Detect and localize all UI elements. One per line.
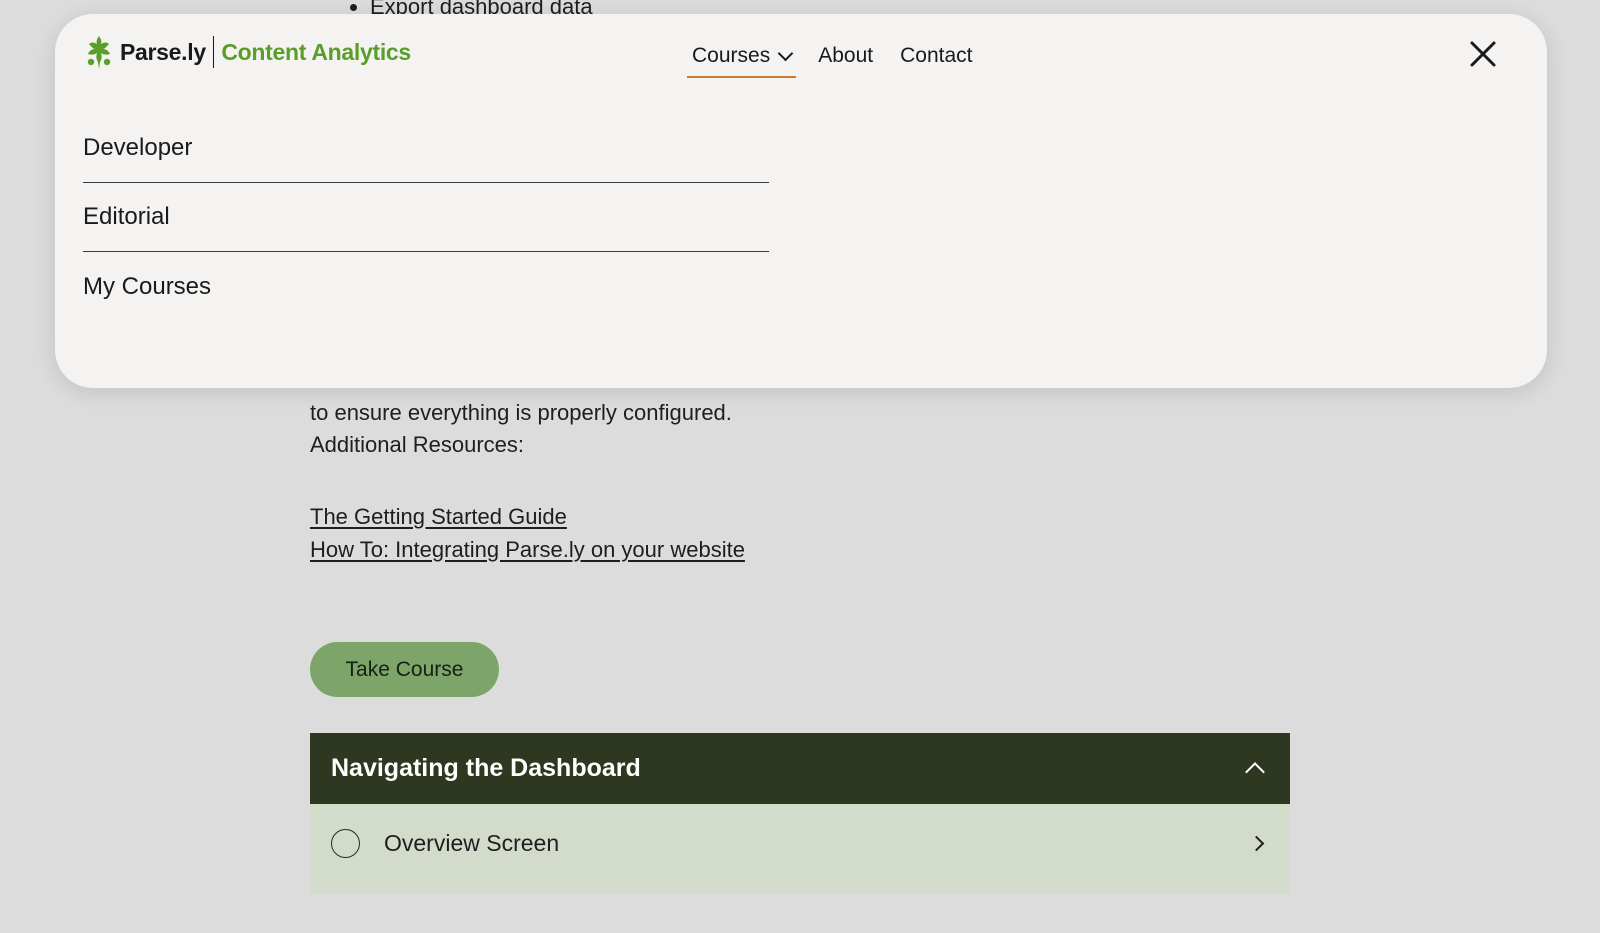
nav-about-label: About <box>818 44 874 67</box>
paragraph-text: to ensure everything is properly configu… <box>310 400 732 425</box>
nav-contact[interactable]: Contact <box>895 36 977 76</box>
nav-contact-label: Contact <box>900 44 973 67</box>
dropdown-item-my-courses[interactable]: My Courses <box>83 252 769 321</box>
close-menu-button[interactable] <box>1465 36 1501 72</box>
nav-courses[interactable]: Courses <box>687 36 797 78</box>
top-navigation: Courses About Contact <box>687 36 994 92</box>
dropdown-item-editorial[interactable]: Editorial <box>83 183 769 252</box>
brand-logo-link[interactable]: Parse.ly Content Analytics <box>83 34 411 70</box>
close-icon <box>1470 41 1496 67</box>
brand-divider <box>212 36 215 68</box>
course-accordion: Navigating the Dashboard Overview Screen <box>310 733 1290 933</box>
chevron-up-icon <box>1245 762 1265 782</box>
accordion-header[interactable]: Navigating the Dashboard <box>310 733 1290 804</box>
brand-product-name: Content Analytics <box>221 38 411 65</box>
take-course-button[interactable]: Take Course <box>310 642 499 697</box>
brand-name: Parse.ly <box>120 38 206 65</box>
lesson-label: Overview Screen <box>384 829 560 856</box>
navigation-menu-panel: Parse.ly Content Analytics Courses About… <box>55 14 1547 388</box>
link-getting-started-guide[interactable]: The Getting Started Guide <box>310 500 567 533</box>
resources-label: Additional Resources: <box>310 432 525 457</box>
nav-courses-label: Courses <box>692 44 771 67</box>
chevron-down-icon <box>777 45 794 61</box>
lesson-row[interactable]: Overview Screen <box>310 804 1290 894</box>
nav-about[interactable]: About <box>813 36 878 76</box>
dropdown-item-developer[interactable]: Developer <box>83 114 769 183</box>
parsely-leaf-icon <box>87 36 111 69</box>
link-integrating-parsely[interactable]: How To: Integrating Parse.ly on your web… <box>310 533 745 566</box>
lesson-status-circle-icon <box>331 828 360 858</box>
accordion-title: Navigating the Dashboard <box>331 754 641 782</box>
courses-dropdown-list: Developer Editorial My Courses <box>83 114 769 321</box>
chevron-right-icon <box>1248 835 1265 851</box>
